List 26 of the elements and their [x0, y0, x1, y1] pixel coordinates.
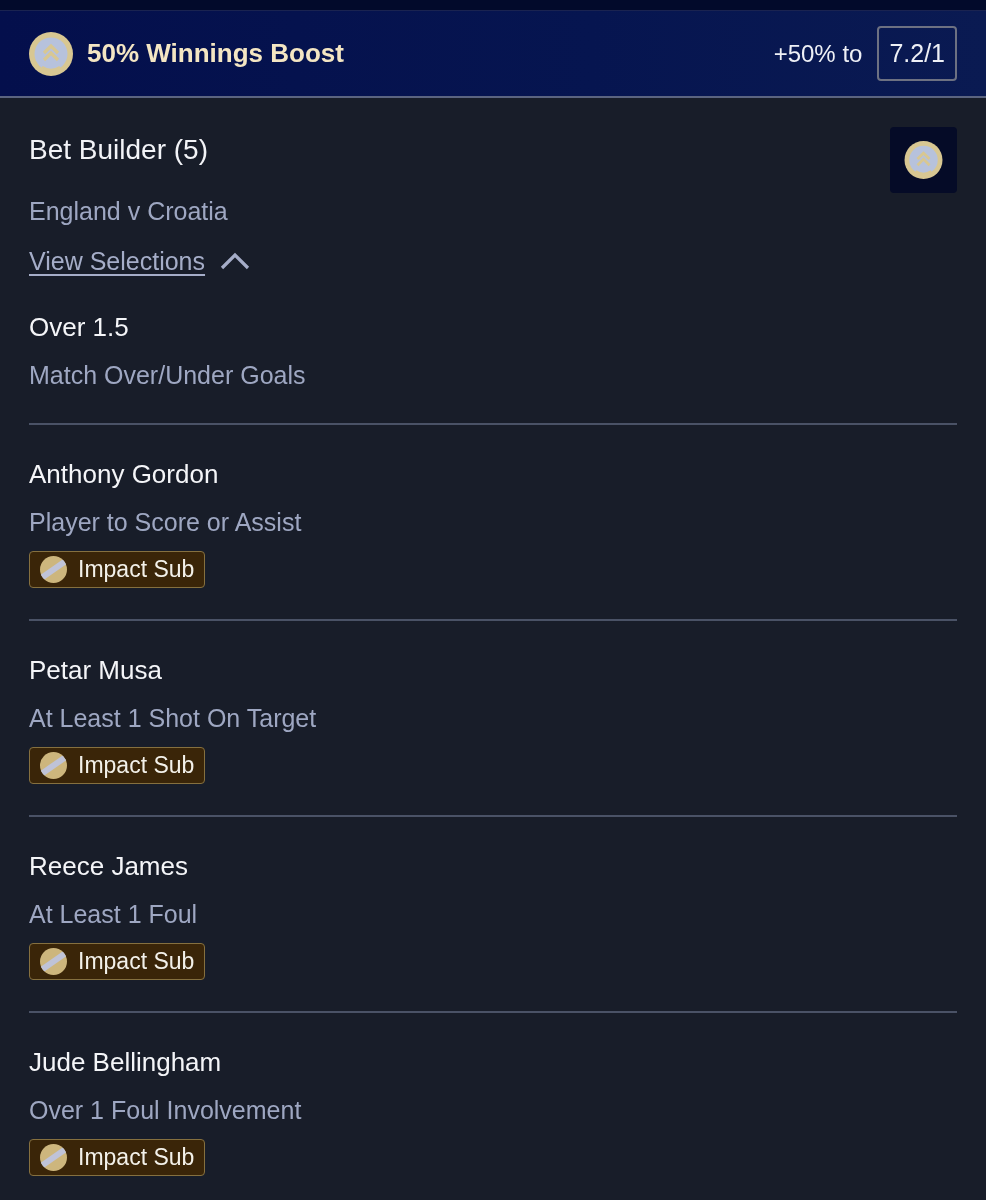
selection-name: Jude Bellingham	[29, 1046, 223, 1079]
coin-icon	[40, 556, 67, 583]
selection-name: Petar Musa	[29, 654, 163, 687]
tag-label: Impact Sub	[78, 948, 195, 975]
tag-label: Impact Sub	[78, 752, 195, 779]
market-name: Player to Score or Assist	[29, 507, 303, 538]
market-name: Over 1 Foul Involvement	[29, 1095, 303, 1126]
event-name: England v Croatia	[29, 196, 229, 227]
market-name: At Least 1 Shot On Target	[29, 703, 318, 734]
boost-title: 50% Winnings Boost	[87, 38, 344, 69]
selection-name: Anthony Gordon	[29, 458, 220, 491]
coin-icon	[40, 948, 67, 975]
boost-text: +50% to	[773, 39, 863, 68]
coin-icon	[40, 1144, 67, 1171]
bet-title: Bet Builder (5)	[29, 133, 209, 167]
market-name: At Least 1 Foul	[29, 899, 199, 930]
selection-name: Reece James	[29, 850, 189, 883]
tag-label: Impact Sub	[78, 1144, 195, 1171]
market-name: Match Over/Under Goals	[29, 360, 307, 391]
chevron-medal-icon	[29, 31, 73, 76]
medal-tile-icon[interactable]	[890, 127, 957, 193]
coin-icon	[40, 752, 67, 779]
view-selections-link[interactable]: View Selections	[29, 244, 251, 278]
selection-name: Over 1.5	[29, 311, 130, 344]
odds-price: 7.2/1	[877, 26, 957, 81]
tag-label: Impact Sub	[78, 556, 195, 583]
